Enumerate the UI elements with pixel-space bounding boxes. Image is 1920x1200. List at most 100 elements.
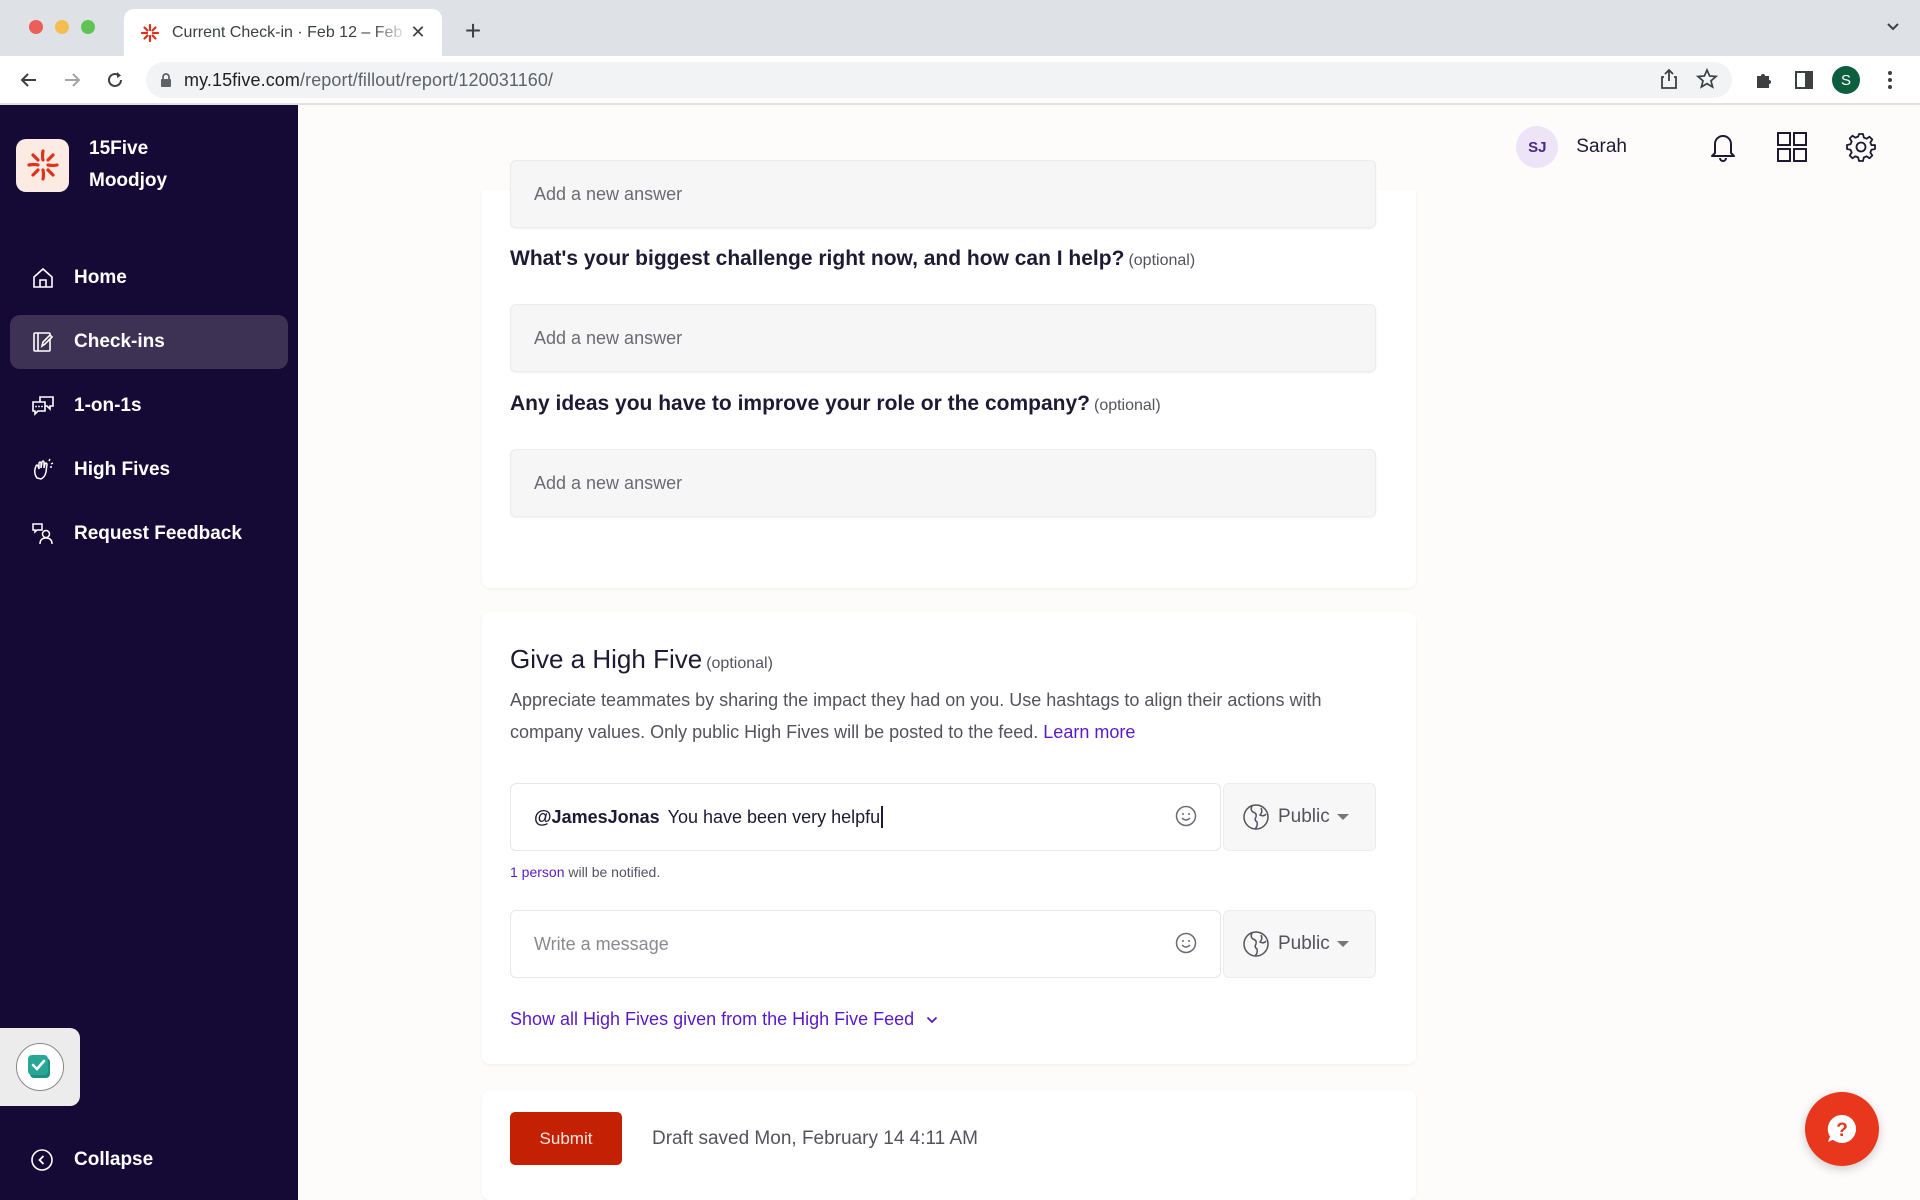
15five-logo-icon (16, 138, 69, 192)
app-header: SJ Sarah (1516, 105, 1920, 189)
answer-placeholder: Add a new answer (534, 472, 683, 493)
notify-count-link[interactable]: 1 person (510, 864, 564, 880)
tab-search-chevron-icon[interactable] (1886, 22, 1900, 32)
optional-tag: (optional) (1128, 252, 1196, 269)
help-chat-button[interactable]: ? (1805, 1092, 1879, 1166)
learn-more-link[interactable]: Learn more (1043, 722, 1135, 742)
collapse-label: Collapse (74, 1149, 154, 1170)
user-name[interactable]: Sarah (1576, 136, 1627, 158)
high-five-entry: @JamesJonas You have been very helpfu Pu… (510, 783, 1376, 851)
arrow-left-icon (20, 73, 36, 87)
answer-placeholder: Add a new answer (534, 183, 683, 204)
mention-tag[interactable]: @JamesJonas (534, 807, 660, 828)
questions-card: Add a new answer What's your biggest cha… (482, 160, 1416, 588)
sidebar-item-high-fives[interactable]: High Fives (10, 443, 288, 497)
answer-placeholder: Add a new answer (534, 327, 683, 348)
emoji-picker-icon[interactable] (1174, 804, 1198, 833)
sidebar-item-label: Check-ins (74, 331, 165, 352)
sidebar-nav: Home Check-ins 1-on-1s High Fives Reques… (10, 251, 288, 571)
submit-button[interactable]: Submit (510, 1112, 622, 1165)
checkin-icon (30, 329, 56, 355)
chat-bubbles-icon (30, 393, 56, 419)
answer-input[interactable]: Add a new answer (510, 304, 1376, 372)
emoji-picker-icon[interactable] (1174, 931, 1198, 960)
collapse-sidebar-button[interactable]: Collapse (30, 1148, 153, 1172)
show-all-high-fives-link[interactable]: Show all High Fives given from the High … (510, 1009, 938, 1030)
brand[interactable]: 15Five Moodjoy (16, 133, 167, 197)
share-icon[interactable] (1660, 68, 1678, 90)
profile-initial: S (1832, 66, 1860, 94)
task-checklist-widget[interactable] (0, 1028, 80, 1106)
globe-icon (1242, 803, 1270, 831)
question-label: Any ideas you have to improve your role … (510, 392, 1161, 415)
globe-icon (1242, 930, 1270, 958)
optional-tag: (optional) (706, 655, 773, 672)
optional-tag: (optional) (1093, 397, 1161, 414)
sidebar-item-label: Home (74, 267, 127, 288)
profile-avatar[interactable]: S (1832, 66, 1860, 94)
high-five-card: Give a High Five (optional) Appreciate te… (482, 612, 1416, 1064)
settings-gear-icon[interactable] (1844, 130, 1878, 164)
forward-button[interactable] (58, 66, 86, 94)
answer-input[interactable]: Add a new answer (510, 449, 1376, 517)
home-icon (30, 265, 56, 291)
side-panel-icon[interactable] (1790, 66, 1818, 94)
sidebar-item-request-feedback[interactable]: Request Feedback (10, 507, 288, 561)
high-five-title: Give a High Five (optional) (510, 644, 773, 674)
window-maximize-button[interactable] (81, 20, 95, 34)
sidebar: 15Five Moodjoy Home Check-ins 1-on-1s Hi… (0, 105, 298, 1200)
chevron-left-circle-icon (30, 1148, 54, 1172)
sidebar-item-home[interactable]: Home (10, 251, 288, 305)
answer-input[interactable]: Add a new answer (510, 160, 1376, 228)
tab-title: Current Check-in · Feb 12 – Feb 18 (172, 23, 408, 41)
caret-down-icon (1336, 814, 1349, 820)
sidebar-item-check-ins[interactable]: Check-ins (10, 315, 288, 369)
message-text: You have been very helpfu (667, 806, 881, 827)
browser-tab[interactable]: Current Check-in · Feb 12 – Feb 18 ✕ (124, 9, 442, 56)
draft-status: Draft saved Mon, February 14 4:11 AM (652, 1128, 978, 1149)
browser-toolbar: my.15five.com/report/fillout/report/1200… (0, 56, 1920, 104)
visibility-value: Public (1278, 806, 1330, 827)
reload-button[interactable] (101, 66, 129, 94)
notifications-bell-icon[interactable] (1706, 130, 1740, 164)
high-five-message-input[interactable]: @JamesJonas You have been very helpfu (510, 783, 1221, 851)
checklist-icon (16, 1043, 64, 1091)
new-tab-button[interactable]: + (460, 17, 486, 45)
user-avatar[interactable]: SJ (1516, 126, 1559, 168)
arrow-right-icon (65, 73, 81, 87)
window-close-button[interactable] (29, 20, 43, 34)
visibility-value: Public (1278, 933, 1330, 954)
tab-close-icon[interactable]: ✕ (408, 22, 428, 43)
high-five-entry: Write a message Public (510, 910, 1376, 978)
feedback-person-icon (30, 521, 56, 547)
bookmark-star-icon[interactable] (1696, 68, 1718, 90)
sidebar-item-label: High Fives (74, 459, 171, 480)
15five-favicon-icon (140, 23, 160, 42)
notify-text: 1 person will be notified. (510, 864, 661, 880)
svg-text:?: ? (1836, 1120, 1848, 1141)
text-caret (881, 806, 883, 828)
app-root: 15Five Moodjoy Home Check-ins 1-on-1s Hi… (0, 105, 1920, 1200)
visibility-dropdown[interactable]: Public (1223, 910, 1376, 978)
window-minimize-button[interactable] (55, 20, 69, 34)
brand-name: 15Five (89, 138, 149, 159)
message-placeholder: Write a message (534, 933, 669, 954)
browser-tabstrip: Current Check-in · Feb 12 – Feb 18 ✕ + (0, 0, 1920, 56)
apps-grid-icon[interactable] (1775, 130, 1809, 164)
browser-menu-kebab-icon[interactable] (1878, 66, 1902, 94)
reload-icon (108, 72, 122, 87)
caret-down-icon (1336, 941, 1349, 947)
address-bar[interactable]: my.15five.com/report/fillout/report/1200… (146, 62, 1732, 98)
chevron-down-icon (926, 1016, 938, 1024)
extensions-puzzle-icon[interactable] (1750, 66, 1778, 94)
help-question-bubble-icon: ? (1827, 1114, 1857, 1143)
high-five-message-input[interactable]: Write a message (510, 910, 1221, 978)
sidebar-item-1-on-1s[interactable]: 1-on-1s (10, 379, 288, 433)
sidebar-item-label: Request Feedback (74, 523, 242, 544)
lock-icon (160, 72, 172, 88)
visibility-dropdown[interactable]: Public (1223, 783, 1376, 851)
company-name: Moodjoy (89, 170, 168, 191)
back-button[interactable] (15, 66, 43, 94)
high-five-description: Appreciate teammates by sharing the impa… (510, 690, 1322, 742)
url-text: my.15five.com/report/fillout/report/1200… (184, 69, 554, 90)
